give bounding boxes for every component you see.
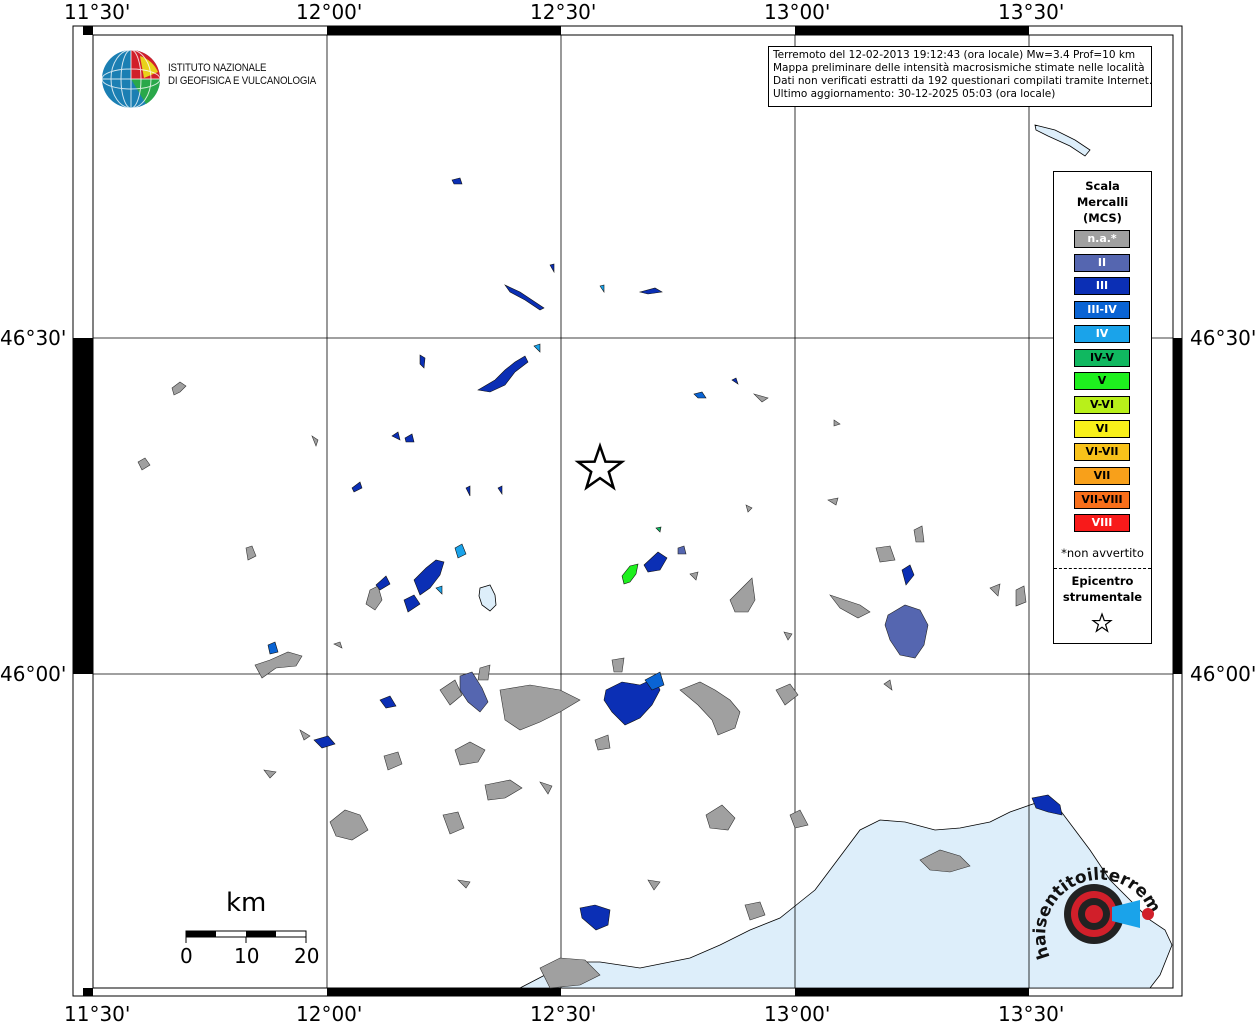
legend-star-icon xyxy=(1091,612,1113,633)
scale-tick-0: 0 xyxy=(180,944,193,968)
lon-label-bottom-4: 13°00' xyxy=(764,1002,831,1026)
lon-label-bottom-1: 11°30' xyxy=(64,1002,131,1026)
legend-swatch-iii: III xyxy=(1074,277,1130,296)
legend-epi-1: Epicentro xyxy=(1071,574,1134,588)
legend-swatch-vii: VII xyxy=(1074,467,1130,485)
logo-line-1: ISTITUTO NAZIONALE xyxy=(168,62,267,74)
lon-label-top-5: 13°30' xyxy=(998,0,1065,24)
legend-epi-2: strumentale xyxy=(1062,590,1143,604)
epicenter-star-icon xyxy=(574,442,626,491)
event-info-box: Terremoto del 12-02-2013 19:12:43 (ora l… xyxy=(768,46,1152,107)
legend-epicenter-label: Epicentro strumentale xyxy=(1054,573,1151,605)
lat-label-left-2: 46°00' xyxy=(0,662,67,686)
legend-swatch-vii-viii: VII-VIII xyxy=(1074,490,1130,509)
lat-label-right-1: 46°30' xyxy=(1190,326,1255,350)
scale-bar xyxy=(185,930,307,943)
scale-tick-10: 10 xyxy=(234,944,260,968)
legend-swatch-ii: II xyxy=(1074,253,1130,272)
legend-title: Scala Mercalli (MCS) xyxy=(1054,178,1151,226)
municipalities-intensity-iii xyxy=(313,177,1063,931)
legend-swatch-n-a: n.a.* xyxy=(1074,230,1130,248)
lon-label-bottom-2: 12°00' xyxy=(296,1002,363,1026)
lon-label-top-1: 11°30' xyxy=(64,0,131,24)
scale-unit-label: km xyxy=(226,888,267,918)
lon-label-top-3: 12°30' xyxy=(530,0,597,24)
legend-note: *non avvertito xyxy=(1061,546,1144,560)
haisentito-logo-icon: haisentitoilterremoto.it xyxy=(1026,837,1164,962)
legend-swatch-iv: IV xyxy=(1074,324,1130,343)
lat-label-left-1: 46°30' xyxy=(0,326,67,350)
legend-swatch-iii-iv: III-IV xyxy=(1074,301,1130,320)
legend-swatch-vi: VI xyxy=(1074,419,1130,438)
lat-label-right-2: 46°00' xyxy=(1190,662,1255,686)
mcs-legend: Scala Mercalli (MCS) n.a.* II III III-IV IV I… xyxy=(1053,171,1152,644)
lon-label-top-2: 12°00' xyxy=(296,0,363,24)
lon-label-bottom-3: 12°30' xyxy=(530,1002,597,1026)
legend-title-3: (MCS) xyxy=(1083,211,1122,225)
lake-north-east xyxy=(1034,124,1091,157)
legend-title-2: Mercalli xyxy=(1076,195,1129,209)
lon-label-bottom-5: 13°30' xyxy=(998,1002,1065,1026)
municipalities-intensity-iii-iv xyxy=(267,391,707,691)
lake-santa-croce xyxy=(478,584,497,612)
lon-label-top-4: 13°00' xyxy=(764,0,831,24)
legend-swatch-viii: VIII xyxy=(1074,514,1130,533)
legend-swatch-vi-vii: VI-VII xyxy=(1074,443,1130,462)
municipalities-intensity-iv xyxy=(435,284,605,595)
legend-title-1: Scala xyxy=(1085,179,1120,193)
ingv-logo: ISTITUTO NAZIONALE DI GEOFISICA E VULCAN… xyxy=(100,48,330,110)
municipalities-intensity-iv-v xyxy=(655,526,662,533)
haisentito-badge: haisentitoilterremoto.it xyxy=(1026,837,1182,982)
ingv-globe-icon xyxy=(101,49,161,109)
legend-swatch-v-vi: V-VI xyxy=(1074,395,1130,414)
legend-swatch-v: V xyxy=(1074,372,1130,391)
info-line-4: Ultimo aggiornamento: 30-12-2025 05:03 (… xyxy=(773,88,1056,100)
legend-swatch-iv-v: IV-V xyxy=(1074,348,1130,367)
municipalities-intensity-v xyxy=(621,563,639,585)
scale-tick-20: 20 xyxy=(294,944,320,968)
legend-separator xyxy=(1054,568,1151,569)
logo-line-2: DI GEOFISICA E VULCANOLOGIA xyxy=(168,75,317,87)
